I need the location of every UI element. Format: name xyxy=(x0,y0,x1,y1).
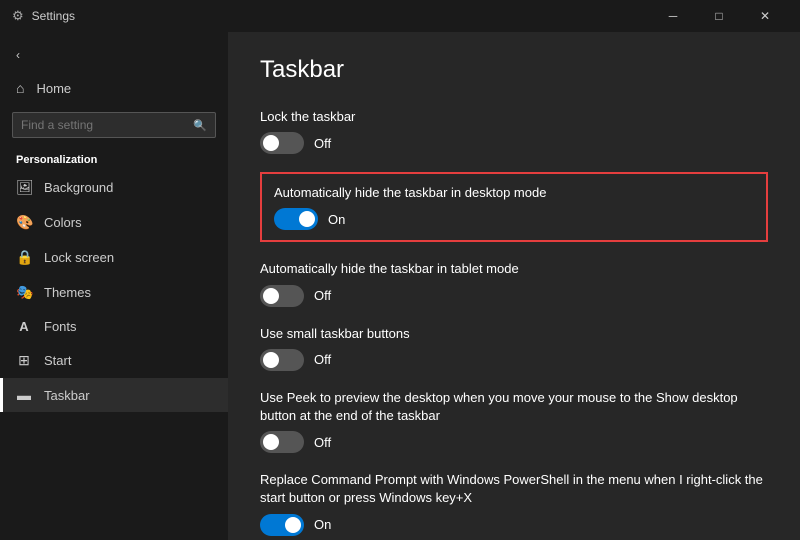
lock-screen-icon: 🔒 xyxy=(16,249,32,266)
small-buttons-toggle-row: Off xyxy=(260,349,768,371)
auto-hide-desktop-highlight: Automatically hide the taskbar in deskto… xyxy=(260,172,768,242)
auto-hide-desktop-state: On xyxy=(328,212,345,227)
auto-hide-tablet-state: Off xyxy=(314,288,331,303)
small-buttons-setting: Use small taskbar buttons Off xyxy=(260,325,768,371)
back-button[interactable]: ‹ xyxy=(0,40,228,70)
peek-state: Off xyxy=(314,435,331,450)
powershell-toggle-row: On xyxy=(260,514,768,536)
auto-hide-tablet-toggle-knob xyxy=(263,288,279,304)
maximize-button[interactable]: □ xyxy=(696,0,742,32)
peek-setting: Use Peek to preview the desktop when you… xyxy=(260,389,768,453)
small-buttons-label: Use small taskbar buttons xyxy=(260,325,768,343)
home-label: Home xyxy=(36,81,71,96)
home-nav-item[interactable]: ⌂ Home xyxy=(0,70,228,106)
powershell-label: Replace Command Prompt with Windows Powe… xyxy=(260,471,768,507)
lock-taskbar-setting: Lock the taskbar Off xyxy=(260,108,768,154)
start-icon: ⊞ xyxy=(16,352,32,369)
colors-label: Colors xyxy=(44,215,82,230)
auto-hide-desktop-label: Automatically hide the taskbar in deskto… xyxy=(274,184,754,202)
small-buttons-state: Off xyxy=(314,352,331,367)
minimize-button[interactable]: ─ xyxy=(650,0,696,32)
search-input[interactable] xyxy=(21,118,187,132)
powershell-toggle-knob xyxy=(285,517,301,533)
peek-toggle-knob xyxy=(263,434,279,450)
content-area: Taskbar Lock the taskbar Off Automatical… xyxy=(228,32,800,540)
home-icon: ⌂ xyxy=(16,80,24,96)
page-title: Taskbar xyxy=(260,56,768,84)
peek-toggle-row: Off xyxy=(260,431,768,453)
sidebar-item-background[interactable]: 🖼 Background xyxy=(0,170,228,205)
background-icon: 🖼 xyxy=(16,179,32,196)
sidebar-item-start[interactable]: ⊞ Start xyxy=(0,343,228,378)
auto-hide-desktop-toggle-knob xyxy=(299,211,315,227)
auto-hide-tablet-toggle[interactable] xyxy=(260,285,304,307)
powershell-setting: Replace Command Prompt with Windows Powe… xyxy=(260,471,768,535)
auto-hide-tablet-setting: Automatically hide the taskbar in tablet… xyxy=(260,260,768,306)
sidebar: ‹ ⌂ Home 🔍 Personalization 🖼 Background … xyxy=(0,32,228,540)
section-label: Personalization xyxy=(0,144,228,170)
auto-hide-tablet-toggle-row: Off xyxy=(260,285,768,307)
themes-label: Themes xyxy=(44,285,91,300)
auto-hide-desktop-toggle[interactable] xyxy=(274,208,318,230)
powershell-state: On xyxy=(314,517,331,532)
close-button[interactable]: ✕ xyxy=(742,0,788,32)
auto-hide-tablet-label: Automatically hide the taskbar in tablet… xyxy=(260,260,768,278)
powershell-toggle[interactable] xyxy=(260,514,304,536)
title-bar: ⚙ Settings ─ □ ✕ xyxy=(0,0,800,32)
sidebar-item-colors[interactable]: 🎨 Colors xyxy=(0,205,228,240)
back-arrow-icon: ‹ xyxy=(16,48,20,62)
colors-icon: 🎨 xyxy=(16,214,32,231)
small-buttons-toggle[interactable] xyxy=(260,349,304,371)
auto-hide-desktop-toggle-row: On xyxy=(274,208,754,230)
sidebar-item-lock-screen[interactable]: 🔒 Lock screen xyxy=(0,240,228,275)
sidebar-item-fonts[interactable]: A Fonts xyxy=(0,310,228,343)
fonts-label: Fonts xyxy=(44,319,77,334)
sidebar-item-taskbar[interactable]: ▬ Taskbar xyxy=(0,378,228,412)
fonts-icon: A xyxy=(16,319,32,334)
title-bar-text: Settings xyxy=(32,9,75,23)
taskbar-icon: ▬ xyxy=(16,387,32,403)
lock-taskbar-toggle[interactable] xyxy=(260,132,304,154)
sidebar-item-themes[interactable]: 🎭 Themes xyxy=(0,275,228,310)
settings-icon: ⚙ xyxy=(12,8,24,24)
lock-taskbar-toggle-knob xyxy=(263,135,279,151)
lock-taskbar-label: Lock the taskbar xyxy=(260,108,768,126)
start-label: Start xyxy=(44,353,71,368)
small-buttons-toggle-knob xyxy=(263,352,279,368)
themes-icon: 🎭 xyxy=(16,284,32,301)
search-box[interactable]: 🔍 xyxy=(12,112,216,138)
lock-taskbar-state: Off xyxy=(314,136,331,151)
app-body: ‹ ⌂ Home 🔍 Personalization 🖼 Background … xyxy=(0,32,800,540)
taskbar-label: Taskbar xyxy=(44,388,90,403)
lock-screen-label: Lock screen xyxy=(44,250,114,265)
lock-taskbar-toggle-row: Off xyxy=(260,132,768,154)
title-bar-controls: ─ □ ✕ xyxy=(650,0,788,32)
background-label: Background xyxy=(44,180,113,195)
peek-toggle[interactable] xyxy=(260,431,304,453)
peek-label: Use Peek to preview the desktop when you… xyxy=(260,389,768,425)
title-bar-left: ⚙ Settings xyxy=(12,8,75,24)
search-icon: 🔍 xyxy=(193,119,207,132)
